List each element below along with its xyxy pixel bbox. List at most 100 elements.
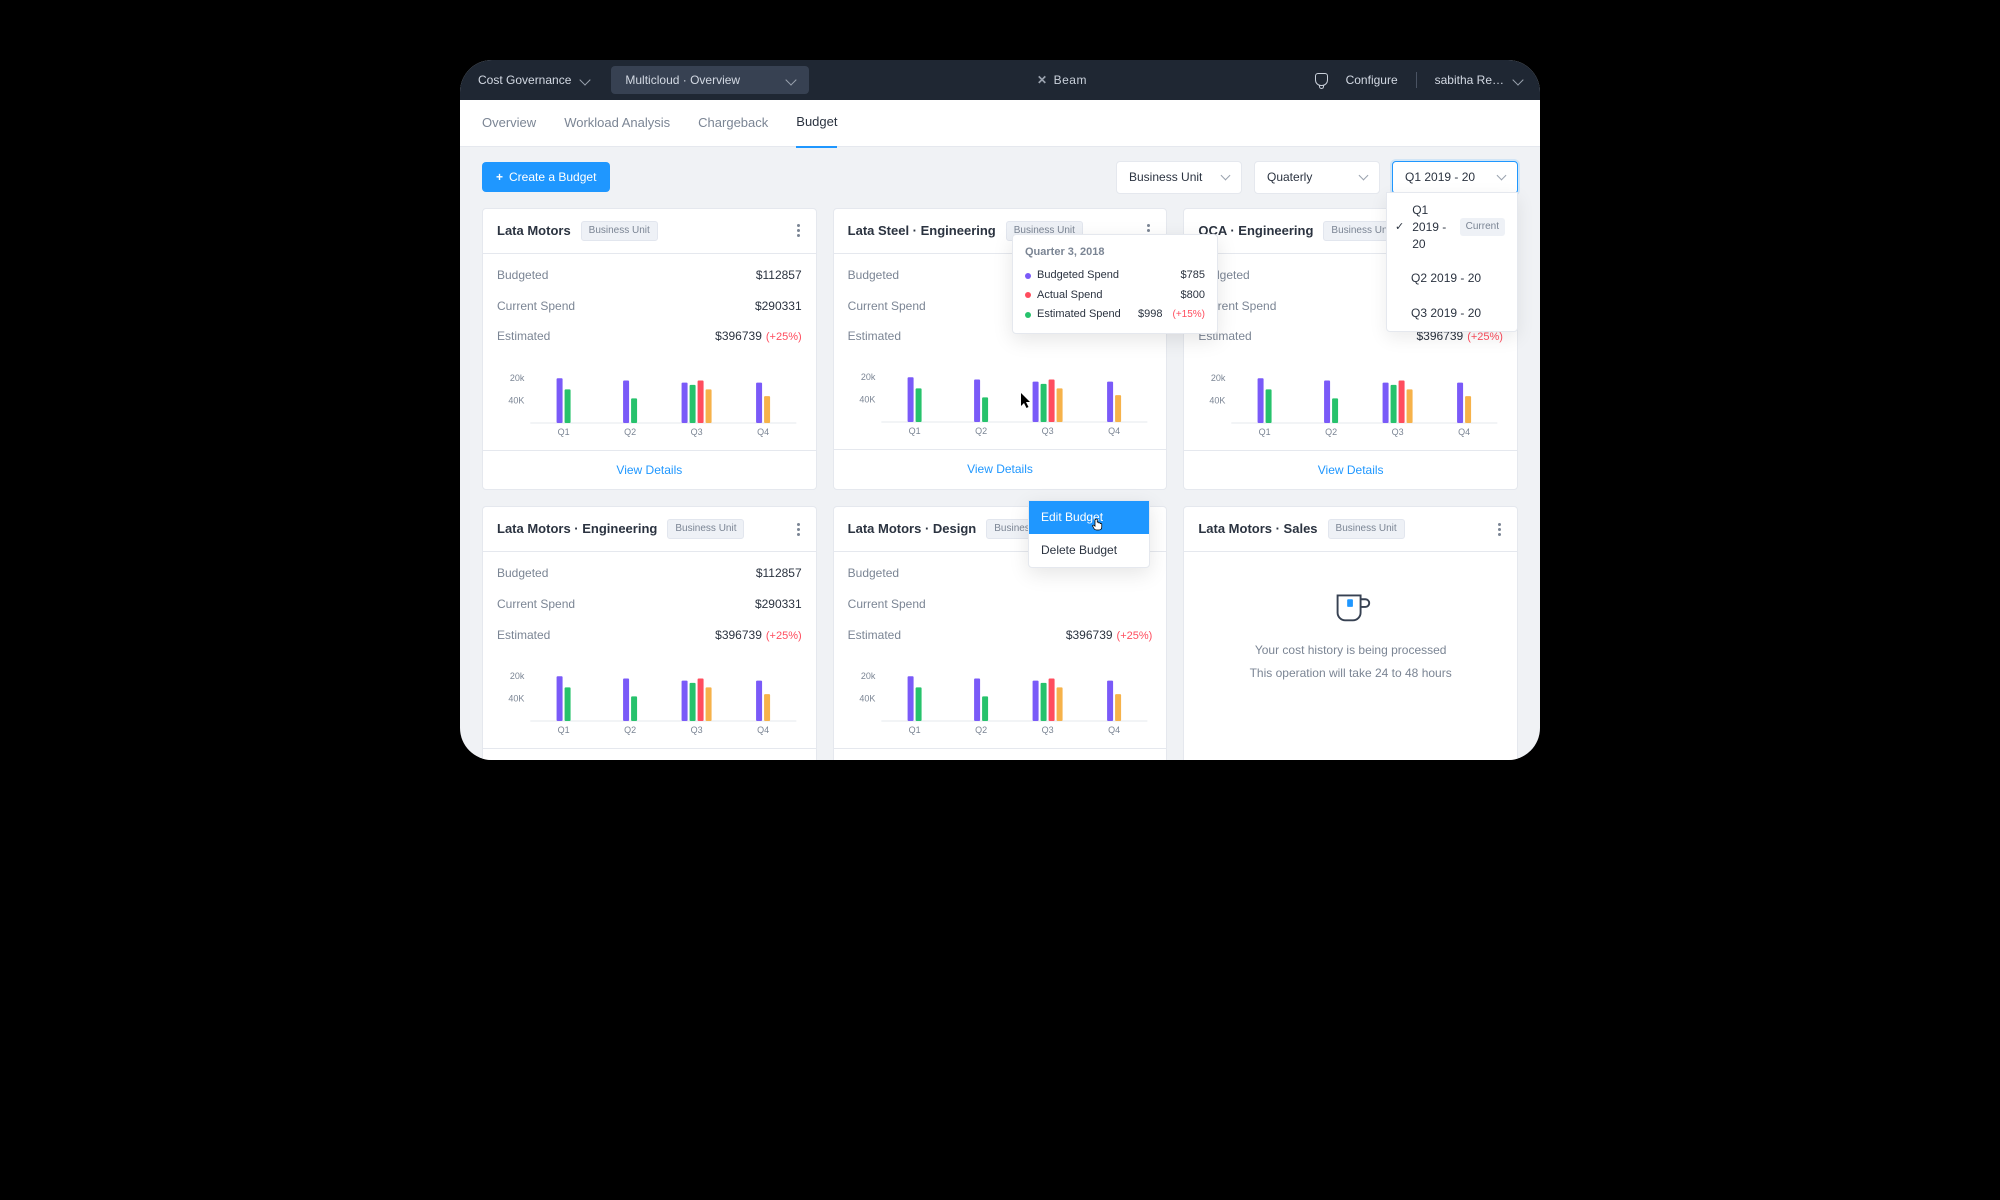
card-menu-button[interactable]: [1496, 521, 1503, 538]
tab-overview[interactable]: Overview: [482, 100, 536, 146]
svg-text:Q3: Q3: [1041, 725, 1053, 735]
cup-icon: [1328, 582, 1374, 628]
tooltip-row: Estimated Spend $998 (+15%): [1025, 305, 1205, 324]
view-details-link[interactable]: View Details: [616, 463, 682, 477]
user-name: sabitha Re…: [1435, 72, 1504, 89]
legend-dot-icon: [1025, 273, 1031, 279]
card-title: Lata Motors · Sales: [1198, 520, 1317, 538]
tooltip-label: Estimated Spend: [1037, 307, 1121, 322]
scope-selector[interactable]: Cost Governance: [478, 72, 589, 89]
budget-chart: 40K 20k Q1 Q2 Q3 Q4: [834, 356, 1167, 449]
svg-text:20k: 20k: [860, 671, 875, 681]
svg-text:20k: 20k: [510, 671, 525, 681]
card-tag: Business Unit: [581, 221, 658, 241]
budget-chart: 40K20kQ1Q2Q3Q4: [1184, 357, 1517, 450]
chevron-down-icon: [786, 74, 797, 85]
card-header: Lata Motors · Engineering Business Unit: [483, 507, 816, 552]
svg-text:Q3: Q3: [691, 725, 703, 735]
card-title: Lata Motors · Engineering: [497, 520, 657, 538]
kpi-label: Estimated: [848, 627, 901, 644]
kpi-rows: Budgeted Current Spend Estimated$396739(…: [834, 552, 1167, 655]
budget-card: Lata Motors · Engineering Business Unit …: [482, 506, 817, 760]
svg-text:Q2: Q2: [975, 725, 987, 735]
svg-text:Q4: Q4: [1108, 725, 1120, 735]
tooltip-label: Actual Spend: [1037, 288, 1102, 303]
filter-business-unit[interactable]: Business Unit: [1116, 161, 1242, 194]
svg-text:40K: 40K: [859, 694, 875, 704]
kpi-change: (+25%): [1467, 331, 1503, 343]
svg-text:Q1: Q1: [908, 426, 920, 436]
view-details-link[interactable]: View Details: [1318, 463, 1384, 477]
tab-workload-analysis[interactable]: Workload Analysis: [564, 100, 670, 146]
create-budget-button[interactable]: + Create a Budget: [482, 162, 610, 192]
kpi-label: Budgeted: [848, 565, 899, 582]
brand: ✕ Beam: [809, 72, 1314, 89]
kpi-label: Estimated: [497, 627, 550, 644]
svg-text:Q2: Q2: [1325, 427, 1337, 437]
svg-text:Q2: Q2: [975, 426, 987, 436]
legend-dot-icon: [1025, 312, 1031, 318]
svg-text:Q3: Q3: [1041, 426, 1053, 436]
period-option[interactable]: Q1 2019 - 20 Current: [1387, 193, 1517, 261]
card-header: Lata Motors · Sales Business Unit: [1184, 507, 1517, 552]
menu-delete-budget[interactable]: Delete Budget: [1029, 534, 1149, 567]
kpi-value: $290331: [755, 298, 802, 315]
configure-link[interactable]: Configure: [1346, 72, 1398, 89]
nav-tabs: Overview Workload Analysis Chargeback Bu…: [460, 100, 1540, 147]
plus-icon: +: [496, 170, 503, 184]
bell-icon[interactable]: [1315, 73, 1328, 86]
svg-text:Q1: Q1: [1259, 427, 1271, 437]
period-dropdown: Q1 2019 - 20 Current Q2 2019 - 20 Q3 201…: [1386, 192, 1518, 332]
svg-text:Q1: Q1: [558, 725, 570, 735]
kpi-label: Budgeted: [848, 267, 899, 284]
svg-text:20k: 20k: [510, 373, 525, 383]
chart-tooltip: Quarter 3, 2018 Budgeted Spend $785 Actu…: [1012, 234, 1218, 334]
chevron-down-icon: [1221, 171, 1231, 181]
period-option[interactable]: Q2 2019 - 20: [1387, 261, 1517, 296]
svg-text:Q4: Q4: [1458, 427, 1470, 437]
chevron-down-icon: [1512, 74, 1523, 85]
cursor-hand-icon: [1092, 516, 1104, 532]
budget-card: Lata Motors · Sales Business Unit Your c…: [1183, 506, 1518, 760]
svg-text:Q2: Q2: [624, 725, 636, 735]
tooltip-row: Budgeted Spend $785: [1025, 266, 1205, 285]
svg-text:Q1: Q1: [908, 725, 920, 735]
svg-text:Q4: Q4: [757, 725, 769, 735]
tooltip-change: (+15%): [1172, 308, 1205, 322]
kpi-label: Current Spend: [497, 298, 575, 315]
svg-text:20k: 20k: [860, 372, 875, 382]
budget-cards-grid: Lata Motors Business Unit Budgeted $11285…: [460, 208, 1540, 760]
svg-text:40K: 40K: [1210, 395, 1226, 405]
card-header: Lata Motors Business Unit: [483, 209, 816, 254]
card-menu-button[interactable]: [795, 521, 802, 538]
tab-chargeback[interactable]: Chargeback: [698, 100, 768, 146]
svg-text:40K: 40K: [859, 395, 875, 405]
tooltip-row: Actual Spend $800: [1025, 286, 1205, 305]
tab-budget[interactable]: Budget: [796, 99, 837, 147]
svg-text:20k: 20k: [1211, 373, 1226, 383]
kpi-label: Current Spend: [848, 596, 926, 613]
budget-chart: 40K20kQ1Q2Q3Q4: [483, 655, 816, 748]
kpi-value: $112857: [756, 267, 802, 284]
view-details-link[interactable]: View Details: [967, 462, 1033, 476]
period-option[interactable]: Q3 2019 - 20: [1387, 296, 1517, 331]
context-selector[interactable]: Multicloud · Overview: [611, 66, 809, 95]
tooltip-title: Quarter 3, 2018: [1025, 245, 1205, 260]
filter-period-type[interactable]: Quaterly: [1254, 161, 1380, 194]
kpi-value: $396739: [1066, 628, 1113, 642]
menu-edit-budget[interactable]: Edit Budget: [1029, 501, 1149, 534]
kpi-rows: Budgeted$112857 Current Spend$290331 Est…: [483, 552, 816, 655]
user-menu[interactable]: sabitha Re…: [1435, 72, 1522, 89]
current-chip: Current: [1460, 218, 1505, 236]
kpi-value: $396739: [715, 628, 762, 642]
kpi-label: Current Spend: [497, 596, 575, 613]
card-menu-button[interactable]: [795, 222, 802, 239]
chevron-down-icon: [580, 74, 591, 85]
tooltip-label: Budgeted Spend: [1037, 268, 1119, 283]
chevron-down-icon: [1497, 171, 1507, 181]
empty-state: Your cost history is being processed Thi…: [1184, 552, 1517, 712]
filter-period[interactable]: Q1 2019 - 20: [1392, 161, 1518, 194]
kpi-value: $290331: [755, 596, 802, 613]
svg-text:Q4: Q4: [1108, 426, 1120, 436]
kpi-value: $112857: [756, 565, 802, 582]
